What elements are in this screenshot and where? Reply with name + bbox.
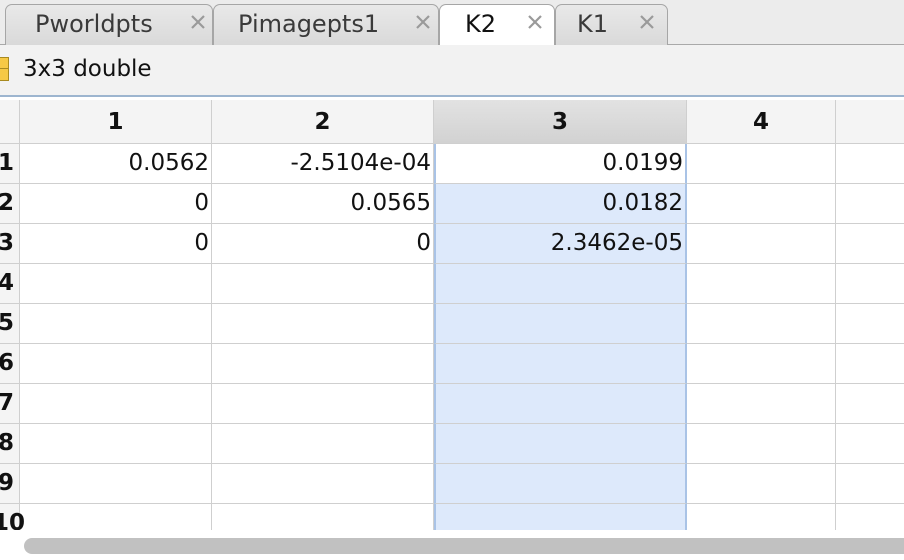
- grid-cell[interactable]: [836, 224, 904, 264]
- grid-cell[interactable]: [20, 384, 212, 424]
- grid-cell[interactable]: 0: [212, 224, 434, 264]
- variable-size-label: 3x3 double: [23, 56, 152, 82]
- tab-pworldpts[interactable]: Pworldpts: [5, 4, 213, 45]
- grid-cell[interactable]: [836, 144, 904, 184]
- column-header[interactable]: 1: [20, 100, 212, 144]
- grid-cell[interactable]: [687, 464, 836, 504]
- grid-cell[interactable]: 0.0565: [212, 184, 434, 224]
- tab-label: Pimagepts1: [238, 10, 380, 38]
- grid-cell[interactable]: 0.0562: [20, 144, 212, 184]
- grid-cell[interactable]: 0: [20, 224, 212, 264]
- column-header[interactable]: 2: [212, 100, 434, 144]
- tab-k1[interactable]: K1: [555, 4, 668, 45]
- scrollbar-thumb[interactable]: [24, 538, 904, 554]
- grid-cell[interactable]: [212, 304, 434, 344]
- matrix-icon: [0, 57, 9, 81]
- grid-cell[interactable]: [687, 184, 836, 224]
- grid-cell[interactable]: [434, 304, 687, 344]
- grid-cell[interactable]: [212, 464, 434, 504]
- tab-k2[interactable]: K2: [439, 4, 555, 46]
- row-header[interactable]: 10: [0, 504, 25, 530]
- grid-cell[interactable]: [434, 504, 687, 530]
- close-icon[interactable]: [413, 12, 433, 32]
- grid-cell[interactable]: [836, 424, 904, 464]
- grid-cell[interactable]: [20, 464, 212, 504]
- close-icon[interactable]: [188, 12, 208, 32]
- row-header[interactable]: 3: [0, 224, 20, 264]
- grid-cell[interactable]: [687, 504, 836, 530]
- tab-label: K2: [465, 10, 497, 38]
- grid-cell[interactable]: [212, 344, 434, 384]
- grid-cell[interactable]: [836, 504, 904, 530]
- tab-bar: Pworldpts Pimagepts1 K2 K1: [0, 0, 904, 46]
- grid-cell[interactable]: [434, 464, 687, 504]
- grid-cell[interactable]: [687, 384, 836, 424]
- grid-cell[interactable]: 0: [20, 184, 212, 224]
- grid-cell[interactable]: -2.5104e-04: [212, 144, 434, 184]
- grid-cell[interactable]: [434, 384, 687, 424]
- grid-cell[interactable]: [836, 304, 904, 344]
- tab-label: K1: [577, 10, 609, 38]
- column-header[interactable]: [836, 100, 904, 144]
- grid-cell[interactable]: [434, 264, 687, 304]
- row-header[interactable]: 8: [0, 424, 20, 464]
- grid-cell[interactable]: 0.0182: [434, 184, 687, 224]
- column-header[interactable]: 3: [434, 100, 687, 144]
- row-header[interactable]: 9: [0, 464, 20, 504]
- grid-cell[interactable]: [687, 224, 836, 264]
- grid-cell[interactable]: [687, 264, 836, 304]
- row-header[interactable]: 4: [0, 264, 20, 304]
- grid-cell[interactable]: [20, 344, 212, 384]
- grid-cell[interactable]: [212, 264, 434, 304]
- grid-cell[interactable]: [434, 344, 687, 384]
- grid-cell[interactable]: [434, 424, 687, 464]
- grid-cell[interactable]: [836, 464, 904, 504]
- grid-cell[interactable]: [20, 304, 212, 344]
- grid-cell[interactable]: [836, 384, 904, 424]
- grid-corner: [0, 100, 20, 144]
- grid-cell[interactable]: [212, 504, 434, 530]
- grid-cell[interactable]: [212, 384, 434, 424]
- variable-grid[interactable]: 1 2 3 4 1 0.0562 -2.5104e-04 0.0199 2 0 0.0565 0.01…: [0, 97, 904, 530]
- close-icon[interactable]: [525, 12, 545, 32]
- row-header[interactable]: 6: [0, 344, 20, 384]
- horizontal-scrollbar[interactable]: [0, 530, 904, 560]
- grid-cell[interactable]: [687, 424, 836, 464]
- row-header[interactable]: 5: [0, 304, 20, 344]
- row-header[interactable]: 1: [0, 144, 20, 184]
- grid-cell[interactable]: [20, 424, 212, 464]
- grid-cell[interactable]: 0.0199: [434, 144, 687, 184]
- row-header[interactable]: 2: [0, 184, 20, 224]
- grid-cell[interactable]: [687, 144, 836, 184]
- grid-cell[interactable]: [20, 504, 212, 530]
- grid-cell[interactable]: [20, 264, 212, 304]
- tab-label: Pworldpts: [35, 10, 153, 38]
- tab-pimagepts1[interactable]: Pimagepts1: [213, 4, 439, 45]
- close-icon[interactable]: [637, 12, 657, 32]
- row-header[interactable]: 7: [0, 384, 20, 424]
- grid-cell[interactable]: [836, 184, 904, 224]
- grid-cell[interactable]: 2.3462e-05: [434, 224, 687, 264]
- column-header[interactable]: 4: [687, 100, 836, 144]
- grid-cell[interactable]: [836, 264, 904, 304]
- grid-cell[interactable]: [836, 344, 904, 384]
- grid-cell[interactable]: [687, 344, 836, 384]
- grid-cell[interactable]: [212, 424, 434, 464]
- grid-cell[interactable]: [687, 304, 836, 344]
- variable-info-bar: 3x3 double: [0, 45, 904, 97]
